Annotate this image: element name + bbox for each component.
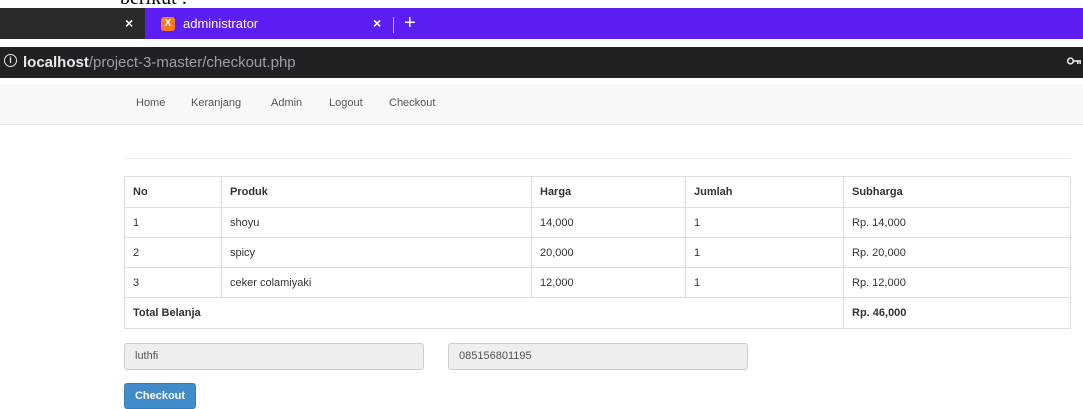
cell-harga: 14,000 — [531, 207, 686, 238]
table-row: 2 spicy 20,000 1 Rp. 20,000 — [124, 237, 1071, 268]
cell-jumlah: 1 — [685, 267, 844, 298]
nav-logout-link[interactable]: Logout — [329, 97, 363, 109]
key-icon[interactable] — [1067, 56, 1081, 66]
cart-table: No Produk Harga Jumlah Subharga 1 shoyu … — [124, 176, 1071, 329]
address-bar[interactable]: i localhost/project-3-master/checkout.ph… — [0, 47, 1083, 78]
cell-no: 3 — [124, 267, 222, 298]
tab-separator — [393, 17, 394, 33]
cell-jumlah: 1 — [685, 237, 844, 268]
active-tab[interactable] — [145, 8, 383, 39]
cell-no: 1 — [124, 207, 222, 238]
header-produk: Produk — [221, 176, 532, 208]
name-field[interactable]: luthfi — [124, 343, 424, 370]
cell-subharga: Rp. 14,000 — [843, 207, 1071, 238]
url-path: /project-3-master/checkout.php — [88, 54, 296, 71]
total-value: Rp. 46,000 — [843, 297, 1071, 329]
url-text[interactable]: localhost/project-3-master/checkout.php — [23, 47, 296, 78]
cell-produk: ceker colamiyaki — [221, 267, 532, 298]
cell-harga: 20,000 — [531, 237, 686, 268]
cell-subharga: Rp. 12,000 — [843, 267, 1071, 298]
table-row: 1 shoyu 14,000 1 Rp. 14,000 — [124, 207, 1071, 238]
divider — [124, 158, 1071, 159]
table-row: 3 ceker colamiyaki 12,000 1 Rp. 12,000 — [124, 267, 1071, 298]
header-subharga: Subharga — [843, 176, 1071, 208]
inactive-tab-close-icon[interactable]: × — [125, 8, 133, 39]
xampp-favicon-icon: X — [161, 17, 175, 31]
inactive-tab[interactable]: × — [0, 8, 145, 39]
cell-produk: spicy — [221, 237, 532, 268]
header-jumlah: Jumlah — [685, 176, 844, 208]
nav-admin-link[interactable]: Admin — [271, 97, 302, 109]
active-tab-close-icon[interactable]: × — [373, 8, 381, 39]
total-label: Total Belanja — [124, 297, 844, 329]
total-row: Total Belanja Rp. 46,000 — [124, 297, 1071, 329]
new-tab-icon[interactable]: + — [404, 8, 416, 39]
header-no: No — [124, 176, 222, 208]
cell-no: 2 — [124, 237, 222, 268]
active-tab-title: administrator — [183, 16, 259, 31]
nav-keranjang-link[interactable]: Keranjang — [191, 97, 241, 109]
nav-checkout-link[interactable]: Checkout — [389, 97, 435, 109]
checkout-button[interactable]: Checkout — [124, 383, 196, 409]
cell-produk: shoyu — [221, 207, 532, 238]
header-harga: Harga — [531, 176, 686, 208]
info-icon[interactable]: i — [4, 54, 17, 67]
table-header-row: No Produk Harga Jumlah Subharga — [124, 176, 1071, 208]
site-navbar: Home Keranjang Admin Logout Checkout — [0, 84, 1083, 125]
cell-harga: 12,000 — [531, 267, 686, 298]
nav-home-link[interactable]: Home — [136, 97, 165, 109]
url-host: localhost — [23, 54, 89, 71]
phone-field[interactable]: 085156801195 — [448, 343, 748, 370]
cell-subharga: Rp. 20,000 — [843, 237, 1071, 268]
cell-jumlah: 1 — [685, 207, 844, 238]
document-caption-text: berikut : — [120, 0, 187, 8]
